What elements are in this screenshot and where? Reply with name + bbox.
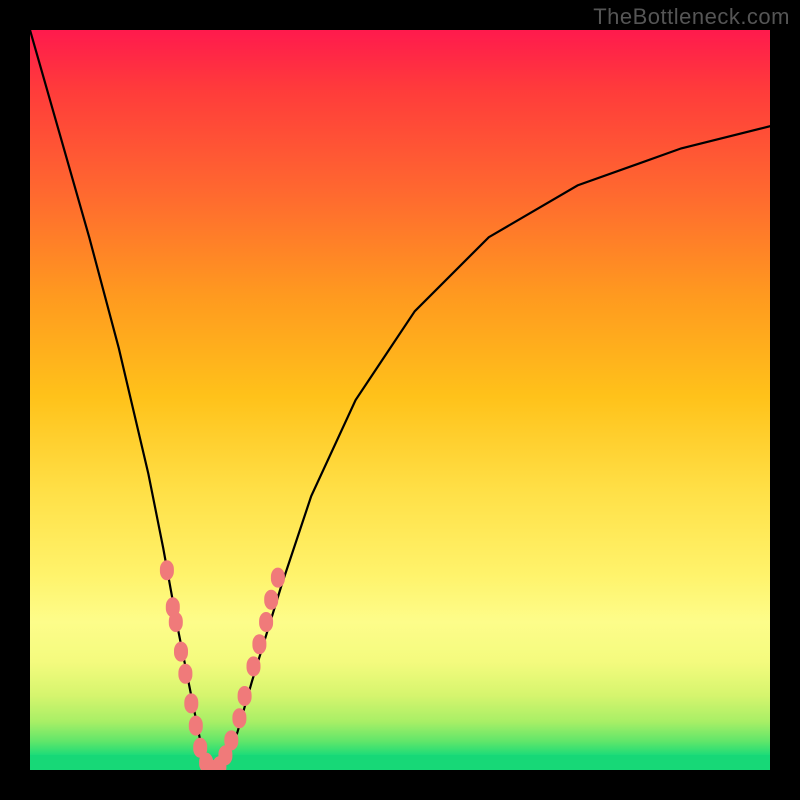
- marker-point: [184, 693, 198, 713]
- bottleneck-curve: [30, 30, 770, 770]
- marker-point: [247, 656, 261, 676]
- marker-point: [238, 686, 252, 706]
- chart-frame: TheBottleneck.com: [0, 0, 800, 800]
- watermark-text: TheBottleneck.com: [593, 4, 790, 30]
- highlighted-points: [160, 560, 285, 770]
- chart-svg: [30, 30, 770, 770]
- marker-point: [224, 730, 238, 750]
- marker-point: [264, 590, 278, 610]
- marker-point: [232, 708, 246, 728]
- marker-point: [174, 642, 188, 662]
- marker-point: [259, 612, 273, 632]
- marker-point: [252, 634, 266, 654]
- marker-point: [271, 568, 285, 588]
- marker-point: [189, 716, 203, 736]
- marker-point: [160, 560, 174, 580]
- marker-point: [169, 612, 183, 632]
- marker-point: [178, 664, 192, 684]
- plot-area: [30, 30, 770, 770]
